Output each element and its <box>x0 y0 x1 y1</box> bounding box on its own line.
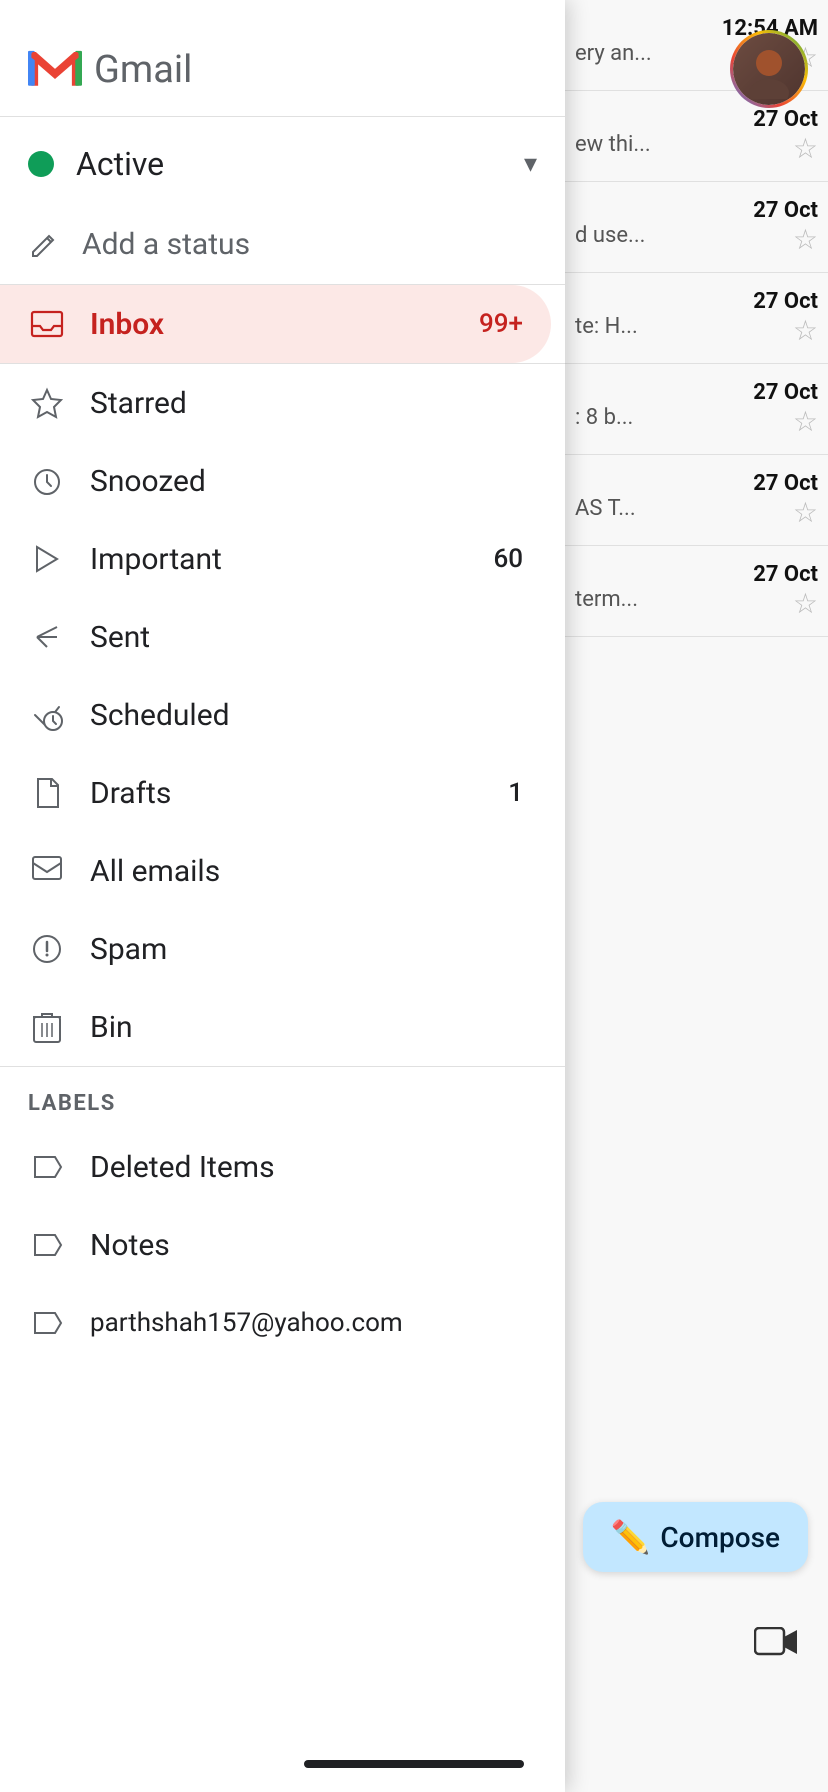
status-row[interactable]: Active ▾ <box>0 117 565 211</box>
all-emails-icon <box>28 852 66 890</box>
notes-label: Notes <box>90 1228 523 1263</box>
chevron-down-icon: ▾ <box>524 149 537 179</box>
bin-label: Bin <box>90 1010 523 1045</box>
starred-label: Starred <box>90 386 523 421</box>
compose-button[interactable]: ✏️ Compose <box>583 1502 808 1572</box>
app-title: Gmail <box>94 48 192 92</box>
sidebar-item-scheduled[interactable]: Scheduled <box>0 676 551 754</box>
label-icon-notes <box>28 1226 66 1264</box>
sidebar-item-drafts[interactable]: Drafts 1 <box>0 754 551 832</box>
sidebar-item-bin[interactable]: Bin <box>0 988 551 1066</box>
email-time-5: 27 Oct <box>575 380 818 405</box>
gmail-logo: Gmail <box>28 48 192 92</box>
drafts-label: Drafts <box>90 776 484 811</box>
email-time-4: 27 Oct <box>575 289 818 314</box>
sidebar-item-sent[interactable]: Sent <box>0 598 551 676</box>
sidebar-item-starred[interactable]: Starred <box>0 364 551 442</box>
compose-label: Compose <box>660 1521 780 1554</box>
email-text-4: ☆ te: H... <box>575 314 818 347</box>
inbox-label: Inbox <box>90 307 455 342</box>
active-status-dot <box>28 151 54 177</box>
email-preview-4[interactable]: 27 Oct ☆ te: H... <box>565 273 828 364</box>
video-icon[interactable] <box>754 1620 798 1672</box>
labels-section-header: LABELS <box>0 1067 565 1128</box>
email-time-2: 27 Oct <box>575 107 818 132</box>
email-time-6: 27 Oct <box>575 471 818 496</box>
inbox-icon <box>28 305 66 343</box>
email-preview-2[interactable]: 27 Oct ☆ ew thi... <box>565 91 828 182</box>
email-text-2: ☆ ew thi... <box>575 132 818 165</box>
sidebar-item-spam[interactable]: Spam <box>0 910 551 988</box>
star-icon-2[interactable]: ☆ <box>793 132 818 165</box>
parthshah-label: parthshah157@yahoo.com <box>90 1308 523 1338</box>
sidebar-item-important[interactable]: Important 60 <box>0 520 551 598</box>
compose-icon: ✏️ <box>611 1518 651 1556</box>
important-icon <box>28 540 66 578</box>
bin-icon <box>28 1008 66 1046</box>
navigation-drawer: Gmail Active ▾ Add a status Inbox 99+ <box>0 0 565 1792</box>
add-status-row[interactable]: Add a status <box>0 211 565 284</box>
sidebar-item-deleted-items[interactable]: Deleted Items <box>0 1128 551 1206</box>
home-indicator <box>304 1760 524 1768</box>
email-text-6: ☆ AS T... <box>575 496 818 529</box>
email-time-7: 27 Oct <box>575 562 818 587</box>
avatar[interactable] <box>730 30 808 108</box>
star-icon-5[interactable]: ☆ <box>793 405 818 438</box>
add-status-label: Add a status <box>82 227 250 262</box>
drafts-badge: 1 <box>508 778 523 808</box>
avatar-image <box>733 33 805 105</box>
email-text-7: ☆ term... <box>575 587 818 620</box>
sidebar-item-parthshah[interactable]: parthshah157@yahoo.com <box>0 1284 551 1362</box>
important-label: Important <box>90 542 469 577</box>
email-preview-7[interactable]: 27 Oct ☆ term... <box>565 546 828 637</box>
email-text-5: ☆ : 8 b... <box>575 405 818 438</box>
status-label: Active <box>76 145 502 183</box>
important-badge: 60 <box>493 544 523 574</box>
sidebar-item-all-emails[interactable]: All emails <box>0 832 551 910</box>
sent-icon <box>28 618 66 656</box>
scheduled-label: Scheduled <box>90 698 523 733</box>
drawer-header: Gmail <box>0 0 565 116</box>
star-icon-6[interactable]: ☆ <box>793 496 818 529</box>
inbox-badge: 99+ <box>479 309 523 339</box>
label-icon-deleted <box>28 1148 66 1186</box>
all-emails-label: All emails <box>90 854 523 889</box>
pencil-icon <box>28 229 60 261</box>
email-preview-3[interactable]: 27 Oct d use... ☆ <box>565 182 828 273</box>
sidebar-item-notes[interactable]: Notes <box>0 1206 551 1284</box>
star-icon-7[interactable]: ☆ <box>793 587 818 620</box>
star-icon-3[interactable]: ☆ <box>793 223 818 256</box>
sidebar-item-inbox[interactable]: Inbox 99+ <box>0 285 551 363</box>
email-preview-6[interactable]: 27 Oct ☆ AS T... <box>565 455 828 546</box>
sidebar-item-snoozed[interactable]: Snoozed <box>0 442 551 520</box>
star-icon <box>28 384 66 422</box>
scheduled-icon <box>28 696 66 734</box>
gmail-m-icon <box>28 50 82 90</box>
email-text-3: d use... ☆ <box>575 223 818 256</box>
sent-label: Sent <box>90 620 523 655</box>
spam-label: Spam <box>90 932 523 967</box>
snoozed-icon <box>28 462 66 500</box>
deleted-items-label: Deleted Items <box>90 1150 523 1185</box>
email-time-3: 27 Oct <box>575 198 818 223</box>
spam-icon <box>28 930 66 968</box>
drafts-icon <box>28 774 66 812</box>
email-preview-5[interactable]: 27 Oct ☆ : 8 b... <box>565 364 828 455</box>
snoozed-label: Snoozed <box>90 464 523 499</box>
label-icon-parthshah <box>28 1304 66 1342</box>
star-icon-4[interactable]: ☆ <box>793 314 818 347</box>
